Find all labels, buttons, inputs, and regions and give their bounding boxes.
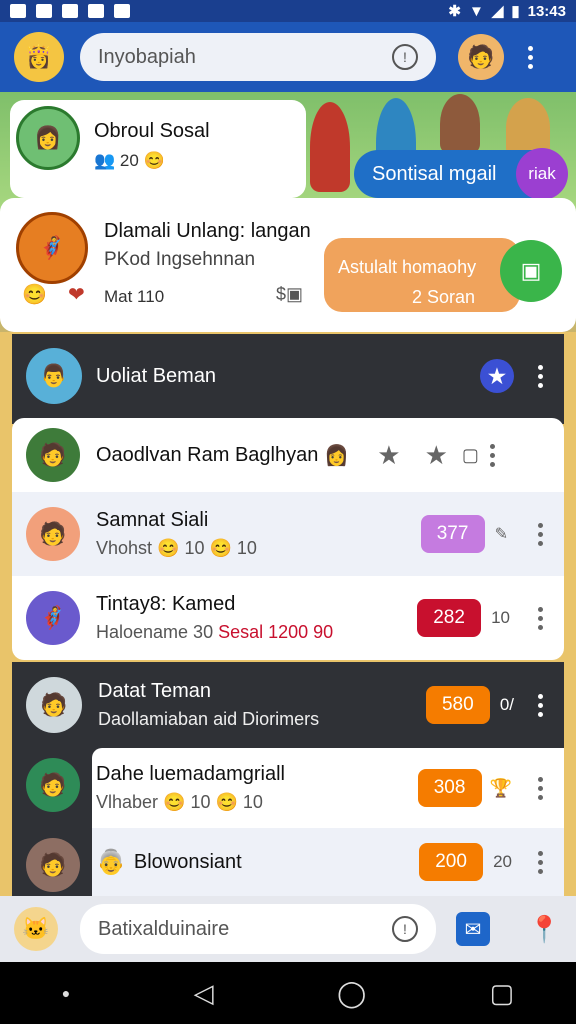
- avatar-emoji-icon: 👩: [324, 444, 350, 467]
- social-pill-button[interactable]: Sontisal mgail riak: [354, 148, 568, 200]
- score-badge[interactable]: 282: [417, 599, 482, 637]
- coin-icon: $▣: [276, 284, 304, 304]
- activity-line1: Astulalt homaohy: [338, 257, 477, 277]
- notification-icons: [10, 4, 130, 18]
- side-count: 0/: [499, 695, 514, 714]
- list-item[interactable]: 🦸 Tintay8: Kamed Haloename 30 Sesal 1200…: [12, 576, 564, 660]
- section-title: Uoliat Beman: [96, 364, 217, 387]
- section-sub: Daollamiaban aid Diorimers: [98, 709, 320, 729]
- feature-line1: Dlamali Unlang: langan: [104, 220, 311, 242]
- contact-name: Samnat Siali: [96, 509, 209, 531]
- app-bar: 👸 Inyobapiah ! 🧑: [0, 22, 576, 92]
- compose-icon[interactable]: ✉: [456, 912, 490, 946]
- chat-icon[interactable]: ▣: [500, 240, 562, 302]
- activity-line2: 2 Soran: [412, 287, 476, 307]
- clock-icon[interactable]: !: [392, 44, 418, 70]
- side-count: 20: [493, 852, 512, 871]
- signal-icon: ◢: [491, 3, 504, 20]
- score-badge[interactable]: 308: [417, 769, 482, 807]
- home-icon[interactable]: ◯: [337, 978, 366, 1009]
- list-item[interactable]: Dahe luemadamgriall Vlhaber 😊 10 😊 10 30…: [92, 748, 564, 828]
- back-icon[interactable]: ◁: [194, 978, 214, 1009]
- profile-avatar[interactable]: 👸: [14, 32, 64, 82]
- contact-avatar: 🦸: [26, 591, 80, 645]
- section-header: 👨 Uoliat Beman ★: [12, 334, 564, 418]
- notification-icon: [10, 4, 26, 18]
- heart-icon: ❤: [68, 284, 85, 306]
- bottom-bar: 🐱 Batixalduinaire ! ✉ 📍: [0, 896, 576, 962]
- section-avatar: 🧑: [26, 677, 82, 733]
- wifi-icon: ▼: [468, 2, 484, 20]
- clock-icon[interactable]: ▢: [462, 445, 479, 466]
- notification-icon: [88, 4, 104, 18]
- search-placeholder: Inyobapiah: [98, 45, 196, 68]
- pill-label: Sontisal mgail: [372, 162, 497, 185]
- score-badge[interactable]: 200: [419, 843, 484, 881]
- side-count: 10: [491, 608, 510, 627]
- contact-avatar: 🧑: [26, 758, 80, 812]
- user-avatar[interactable]: 🧑: [458, 34, 504, 80]
- score-badge[interactable]: 580: [425, 686, 490, 724]
- more-menu-icon[interactable]: [530, 776, 550, 800]
- contact-sub: Vhohst 😊 10 😊 10: [96, 538, 257, 558]
- more-menu-icon[interactable]: [530, 850, 550, 874]
- character-avatar[interactable]: 🐱: [14, 907, 58, 951]
- more-menu-icon[interactable]: [530, 693, 550, 717]
- contact-avatar: 🧑: [26, 507, 80, 561]
- contact-name: Blowonsiant: [133, 850, 242, 873]
- star-icon[interactable]: ★: [480, 359, 514, 393]
- score-badge[interactable]: 377: [420, 515, 485, 553]
- contact-mini-avatar: 👵: [96, 848, 126, 876]
- cartoon-figure: [310, 102, 350, 192]
- contact-avatar: 🧑: [26, 428, 80, 482]
- social-sub: 👥 20 😊: [94, 151, 165, 170]
- location-pin-icon[interactable]: 📍: [528, 914, 560, 945]
- contact-name: Oaodlvan Ram Baglhyan: [96, 443, 319, 466]
- contact-sub: Vlhaber 😊 10 😊 10: [96, 792, 263, 812]
- contact-sub: Haloename 30 Sesal 1200 90: [96, 622, 334, 642]
- bluetooth-icon: ✱: [448, 3, 461, 20]
- section-title: Datat Teman: [98, 680, 212, 702]
- contact-name: Dahe luemadamgriall: [96, 763, 285, 785]
- star-icon[interactable]: ★: [377, 440, 400, 471]
- list-item[interactable]: 🧑 Samnat Siali Vhohst 😊 10 😊 10 377 ✎: [12, 492, 564, 576]
- activity-card[interactable]: Astulalt homaohy 2 Soran: [324, 238, 520, 312]
- battery-icon: ▮: [511, 3, 520, 20]
- flag-icon: ✎: [494, 526, 508, 543]
- status-time: 13:43: [527, 2, 566, 20]
- notification-icon: [62, 4, 78, 18]
- section-avatar: 👨: [26, 348, 82, 404]
- social-avatar: 👩: [16, 106, 80, 170]
- more-menu-icon[interactable]: [530, 364, 550, 388]
- more-menu-icon[interactable]: [483, 443, 503, 467]
- clock-icon[interactable]: !: [392, 916, 418, 942]
- section-header[interactable]: 🧑 Datat Teman Daollamiaban aid Diorimers…: [12, 662, 564, 748]
- search-input[interactable]: Inyobapiah !: [80, 33, 436, 81]
- trophy-icon: 🏆: [489, 777, 512, 798]
- notification-icon: [36, 4, 52, 18]
- list-item[interactable]: 🧑 Oaodlvan Ram Baglhyan 👩 ★ ★ ▢: [12, 418, 564, 492]
- more-menu-icon[interactable]: [530, 522, 550, 546]
- contact-name: Tintay8: Kamed: [96, 593, 236, 615]
- dot-icon: ●: [61, 985, 71, 1001]
- bottom-search-placeholder: Batixalduinaire: [98, 917, 230, 940]
- more-menu-icon[interactable]: [530, 606, 550, 630]
- star-icon[interactable]: ★: [425, 440, 448, 471]
- recents-icon[interactable]: ▢: [490, 978, 515, 1009]
- bottom-search-input[interactable]: Batixalduinaire !: [80, 904, 436, 954]
- list-item[interactable]: 👵 Blowonsiant 200 20: [92, 828, 564, 896]
- cartoon-figure: [440, 94, 480, 154]
- feature-avatar: 🦸: [16, 212, 88, 284]
- system-nav-bar: ● ◁ ◯ ▢: [0, 962, 576, 1024]
- social-card[interactable]: 👩 Obroul Sosal 👥 20 😊: [10, 100, 306, 198]
- chat-bubble[interactable]: riak: [516, 148, 568, 200]
- notification-icon: [114, 4, 130, 18]
- more-menu-icon[interactable]: [520, 45, 540, 69]
- emoji-icon: 😊: [22, 284, 47, 306]
- social-title: Obroul Sosal: [94, 120, 210, 142]
- status-bar: ✱ ▼ ◢ ▮ 13:43: [0, 0, 576, 22]
- contact-avatar: 🧑: [26, 838, 80, 892]
- feature-line2: PKod Ingsehnnan: [104, 249, 256, 270]
